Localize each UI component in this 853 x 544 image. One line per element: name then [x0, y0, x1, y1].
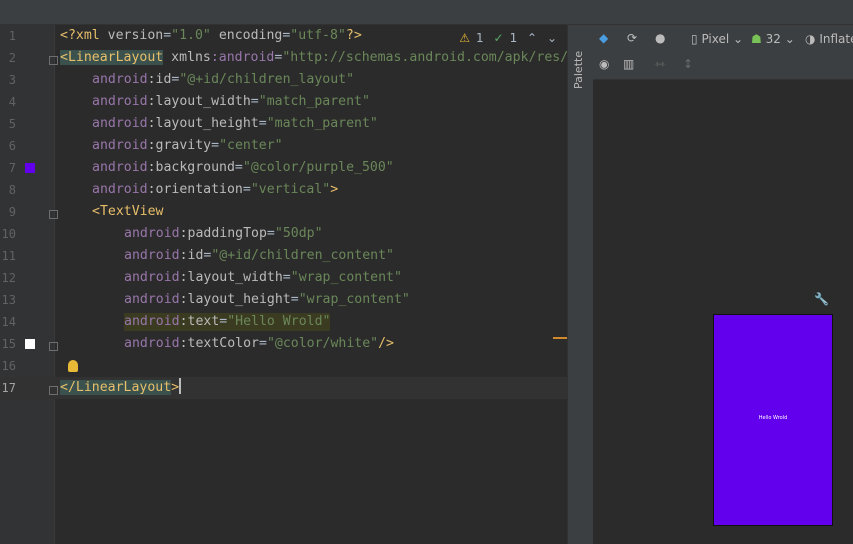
code-line: 10 android:paddingTop="50dp" — [0, 223, 567, 245]
code-line-current: 17 </LinearLayout> — [0, 377, 567, 399]
code-line: 11 android:id="@+id/children_content" — [0, 245, 567, 267]
line-number: 13 — [1, 293, 16, 307]
code-text: android:id="@+id/children_layout" — [92, 72, 355, 87]
fold-toggle-icon[interactable] — [49, 386, 58, 395]
fold-toggle-icon[interactable] — [49, 56, 58, 65]
code-line: 8 android:orientation="vertical"> — [0, 179, 567, 201]
fold-toggle-icon[interactable] — [49, 342, 58, 351]
line-number: 3 — [8, 73, 16, 87]
line-number: 7 — [8, 161, 16, 175]
code-line: 13 android:layout_height="wrap_content" — [0, 289, 567, 311]
inspection-widget[interactable]: ⚠ 1 ✓ 1 ⌃ ⌄ — [453, 31, 557, 45]
line-number: 9 — [8, 205, 16, 219]
color-swatch-icon[interactable] — [25, 163, 35, 173]
blueprint-icon[interactable]: ▥ — [623, 57, 634, 71]
code-text: <LinearLayout xmlns:android="http://sche… — [60, 50, 567, 65]
inflate-button[interactable]: ◑ Inflate — [805, 32, 853, 46]
code-line: 5 android:layout_height="match_parent" — [0, 113, 567, 135]
chevron-up-icon[interactable]: ⌃ — [527, 31, 537, 45]
line-number: 15 — [1, 337, 16, 351]
line-number: 17 — [1, 381, 16, 395]
code-line: 7 android:background="@color/purple_500" — [0, 157, 567, 179]
fold-toggle-icon[interactable] — [49, 210, 58, 219]
code-text: </LinearLayout> — [60, 380, 180, 395]
phone-icon: ▯ — [691, 32, 698, 46]
typo-icon[interactable]: ✓ — [494, 31, 504, 45]
warning-underline — [553, 337, 567, 339]
code-line: 16 — [0, 355, 567, 377]
line-number: 5 — [8, 117, 16, 131]
design-preview-panel[interactable]: ◆ ⟳ ● ▯ Pixel ⌄ ☗ 32 ⌄ ◑ Inflate ◉ ▥ ⇿ ↕… — [593, 25, 853, 544]
palette-tool-strip[interactable]: Palette — [567, 25, 595, 544]
line-number: 4 — [8, 95, 16, 109]
color-swatch-icon[interactable] — [25, 339, 35, 349]
code-line: 4 android:layout_width="match_parent" — [0, 91, 567, 113]
line-number: 10 — [1, 227, 16, 241]
code-text: <TextView — [92, 204, 164, 219]
code-text: android:id="@+id/children_content" — [124, 248, 394, 263]
layers-icon[interactable]: ◆ — [599, 31, 608, 45]
code-line: 14 android:text="Hello Wrold" — [0, 311, 567, 333]
warning-count: 1 — [476, 31, 484, 45]
orientation-icon[interactable]: ⟳ — [627, 31, 637, 45]
vertical-resize-icon[interactable]: ↕ — [683, 57, 693, 71]
device-selector[interactable]: ▯ Pixel ⌄ — [691, 32, 743, 46]
eye-icon[interactable]: ◉ — [599, 57, 609, 71]
design-toolbar: ◆ ⟳ ● ▯ Pixel ⌄ ☗ 32 ⌄ ◑ Inflate ◉ ▥ ⇿ ↕ — [593, 25, 853, 80]
code-line: 9 <TextView — [0, 201, 567, 223]
chevron-down-icon[interactable]: ⌄ — [547, 31, 557, 45]
code-text: android:background="@color/purple_500" — [92, 160, 394, 175]
line-number: 11 — [1, 249, 16, 263]
code-line: 15 android:textColor="@color/white"/> — [0, 333, 567, 355]
code-text: android:layout_width="match_parent" — [92, 94, 370, 109]
code-text: android:layout_width="wrap_content" — [124, 270, 402, 285]
warning-icon[interactable]: ⚠ — [459, 31, 470, 45]
line-number: 2 — [8, 51, 16, 65]
code-line: 2 <LinearLayout xmlns:android="http://sc… — [0, 47, 567, 69]
code-line: 1 <?xml version="1.0" encoding="utf-8"?>… — [0, 25, 567, 47]
api-selector[interactable]: ☗ 32 ⌄ — [751, 32, 795, 46]
theme-icon[interactable]: ● — [655, 31, 665, 45]
code-text: android:layout_height="match_parent" — [92, 116, 378, 131]
horizontal-resize-icon[interactable]: ⇿ — [655, 57, 665, 71]
code-editor[interactable]: 1 <?xml version="1.0" encoding="utf-8"?>… — [0, 25, 567, 544]
code-text: android:orientation="vertical"> — [92, 182, 339, 197]
preview-textview: Hello Wrold — [758, 415, 788, 421]
lightbulb-icon[interactable] — [68, 360, 78, 372]
wrench-icon[interactable]: 🔧 — [814, 292, 829, 306]
line-number: 14 — [1, 315, 16, 329]
code-text: android:layout_height="wrap_content" — [124, 292, 410, 307]
line-number: 1 — [8, 29, 16, 43]
api-label: 32 — [765, 32, 781, 46]
typo-count: 1 — [509, 31, 518, 45]
line-number: 12 — [1, 271, 16, 285]
layout-preview-screen[interactable]: Hello Wrold — [713, 314, 833, 526]
text-caret — [179, 378, 181, 394]
circle-icon: ◑ — [805, 32, 816, 46]
device-label: Pixel — [701, 32, 730, 46]
code-text: android:gravity="center" — [92, 138, 283, 153]
line-number: 16 — [1, 359, 16, 373]
code-line: 6 android:gravity="center" — [0, 135, 567, 157]
code-text: android:text="Hello Wrold" — [124, 313, 331, 331]
code-text: android:textColor="@color/white"/> — [124, 336, 394, 351]
palette-label[interactable]: Palette — [572, 51, 585, 89]
top-toolbar — [0, 0, 853, 25]
code-line: 3 android:id="@+id/children_layout" — [0, 69, 567, 91]
code-text: <?xml version="1.0" encoding="utf-8"?> — [60, 28, 362, 43]
line-number: 8 — [8, 183, 16, 197]
code-text: android:paddingTop="50dp" — [124, 226, 323, 241]
android-icon: ☗ — [751, 32, 762, 46]
line-number: 6 — [8, 139, 16, 153]
code-line: 12 android:layout_width="wrap_content" — [0, 267, 567, 289]
